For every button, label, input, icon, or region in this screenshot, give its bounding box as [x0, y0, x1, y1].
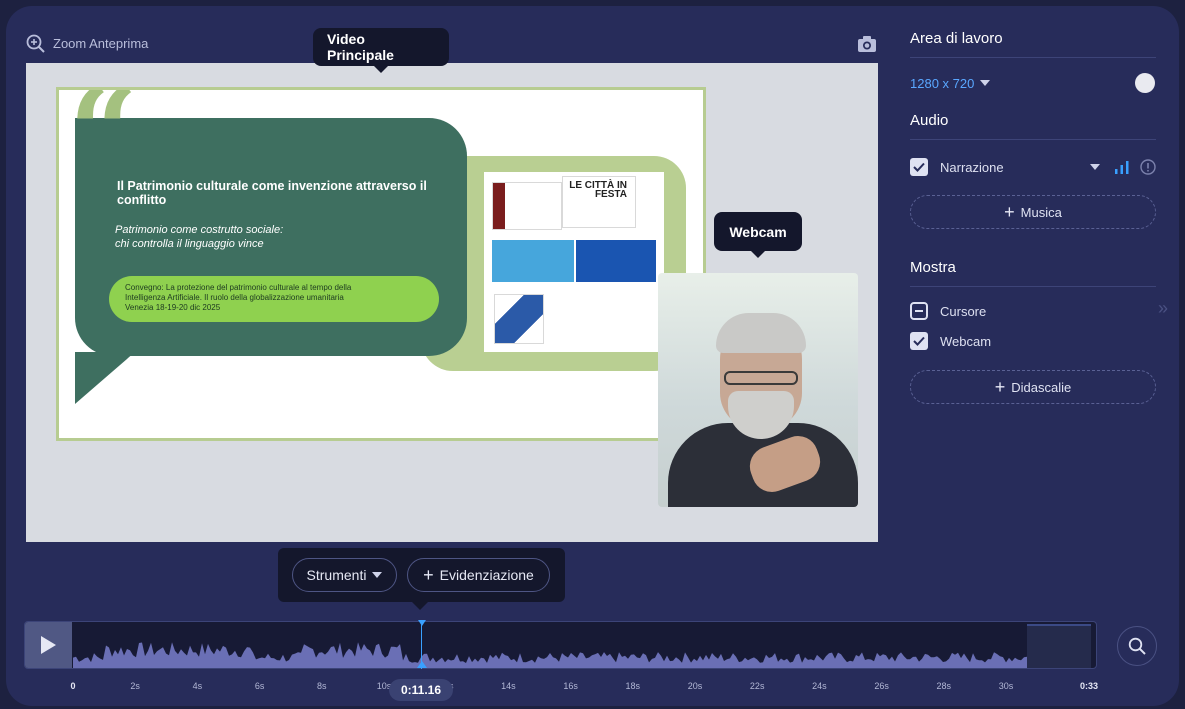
main-video-layer[interactable]: “ Il Patrimonio culturale come invenzion…	[56, 87, 706, 441]
show-title: Mostra	[910, 259, 1156, 287]
webcam-figure	[724, 371, 798, 385]
warning-icon[interactable]	[1140, 159, 1156, 175]
cursor-checkbox[interactable]	[910, 302, 928, 320]
highlight-label: Evidenziazione	[439, 567, 534, 583]
chevron-down-icon	[372, 572, 383, 578]
slide-content: “ Il Patrimonio culturale come invenzion…	[59, 90, 703, 438]
plus-icon: +	[994, 377, 1006, 397]
timeline-tick: 4s	[192, 681, 203, 691]
conference-line: Intelligenza Artificiale. Il ruolo della…	[125, 293, 344, 302]
zoom-preview-button[interactable]: Zoom Anteprima	[26, 34, 148, 53]
timeline-tick: 30s	[998, 681, 1014, 691]
play-button[interactable]	[25, 622, 72, 668]
tools-label: Strumenti	[306, 567, 367, 583]
play-icon	[41, 636, 56, 654]
search-icon	[1128, 637, 1146, 655]
webcam-checkbox[interactable]	[910, 332, 928, 350]
timeline-zoom-button[interactable]	[1117, 626, 1157, 666]
sponsor-logos: LE CITTÀ IN FESTA	[484, 172, 664, 352]
add-music-label: Musica	[1020, 204, 1062, 220]
cursor-row: Cursore	[910, 296, 1156, 326]
duration-label: 0:33	[1079, 681, 1099, 691]
add-captions-button[interactable]: + Didascalie	[910, 370, 1156, 404]
resolution-row: 1280 x 720	[910, 58, 1156, 108]
quote-mark-icon: “	[69, 90, 139, 202]
plus-icon: +	[423, 565, 434, 585]
audio-level-icon	[1115, 161, 1129, 174]
webcam-figure	[716, 313, 806, 353]
minus-icon	[915, 310, 923, 312]
chevron-down-icon[interactable]	[1090, 164, 1100, 170]
add-highlight-button[interactable]: + Evidenziazione	[407, 558, 550, 592]
current-time-badge: 0:11.16	[389, 679, 453, 701]
crest-logo	[494, 294, 544, 344]
timeline-tick: 16s	[563, 681, 578, 691]
audio-title: Audio	[910, 112, 1156, 140]
festival-logo: LE CITTÀ IN FESTA	[562, 176, 636, 228]
webcam-label: Webcam	[940, 333, 992, 349]
cursor-label: Cursore	[940, 303, 987, 319]
resolution-select[interactable]: 1280 x 720	[910, 75, 991, 91]
timeline-tick: 20s	[687, 681, 703, 691]
collapse-panel-icon[interactable]: »	[1158, 298, 1168, 319]
timeline-tick: 24s	[812, 681, 827, 691]
webcam-tooltip: Webcam	[714, 212, 802, 258]
timeline-tick: 26s	[874, 681, 889, 691]
sponsor-logo	[576, 240, 656, 282]
timeline-tick: 18s	[625, 681, 641, 691]
webcam-row: Webcam	[910, 326, 1156, 356]
properties-panel: Area di lavoro 1280 x 720 Audio Narrazio…	[910, 30, 1156, 404]
zoom-preview-label: Zoom Anteprima	[53, 36, 149, 51]
workspace-title: Area di lavoro	[910, 30, 1156, 58]
camera-icon[interactable]	[857, 35, 877, 53]
narration-label: Narrazione	[940, 159, 1004, 175]
playhead-handle[interactable]	[418, 620, 426, 626]
timeline-tick: 6s	[254, 681, 265, 691]
zoom-in-icon	[26, 34, 45, 53]
timeline-tick: 22s	[749, 681, 765, 691]
slide-subtitle-line: chi controlla il linguaggio vince	[115, 238, 264, 250]
slide-subtitle: Patrimonio come costrutto sociale: chi c…	[115, 223, 435, 251]
timeline-tick: 14s	[501, 681, 516, 691]
timeline-tick: 28s	[936, 681, 952, 691]
timeline-end-segment	[1027, 624, 1091, 668]
timeline-tick: 8s	[317, 681, 327, 691]
main-video-tooltip: Video Principale	[313, 28, 449, 73]
check-icon	[913, 336, 925, 346]
chevron-down-icon	[980, 80, 991, 86]
foundation-logo	[492, 182, 562, 230]
narration-checkbox[interactable]	[910, 158, 928, 176]
plus-icon: +	[1004, 202, 1015, 222]
check-icon	[913, 162, 925, 172]
bubble-tail	[75, 352, 135, 404]
tools-dropdown[interactable]: Strumenti	[292, 558, 397, 592]
conference-pill: Convegno: La protezione del patrimonio c…	[109, 276, 439, 322]
add-music-button[interactable]: + Musica	[910, 195, 1156, 229]
waveform-path	[73, 642, 1028, 668]
conference-line: Convegno: La protezione del patrimonio c…	[125, 283, 352, 292]
playhead-handle[interactable]	[417, 661, 427, 668]
webcam-overlay[interactable]	[658, 273, 858, 507]
audio-waveform	[73, 642, 1028, 668]
preview-toolbar: Strumenti + Evidenziazione	[278, 548, 565, 610]
timeline-track[interactable]	[24, 621, 1097, 669]
conference-line: Venezia 18-19-20 dic 2025	[125, 303, 221, 312]
sponsor-logo	[492, 240, 574, 282]
narration-row: Narrazione	[910, 152, 1156, 182]
slide-title: Il Patrimonio culturale come invenzione …	[117, 179, 427, 207]
add-captions-label: Didascalie	[1011, 379, 1072, 395]
timeline-tick: 0	[70, 681, 76, 691]
timeline-tick: 2s	[130, 681, 140, 691]
slide-subtitle-line: Patrimonio come costrutto sociale:	[115, 224, 284, 236]
resolution-value: 1280 x 720	[910, 75, 975, 91]
background-color-toggle[interactable]	[1135, 73, 1155, 93]
